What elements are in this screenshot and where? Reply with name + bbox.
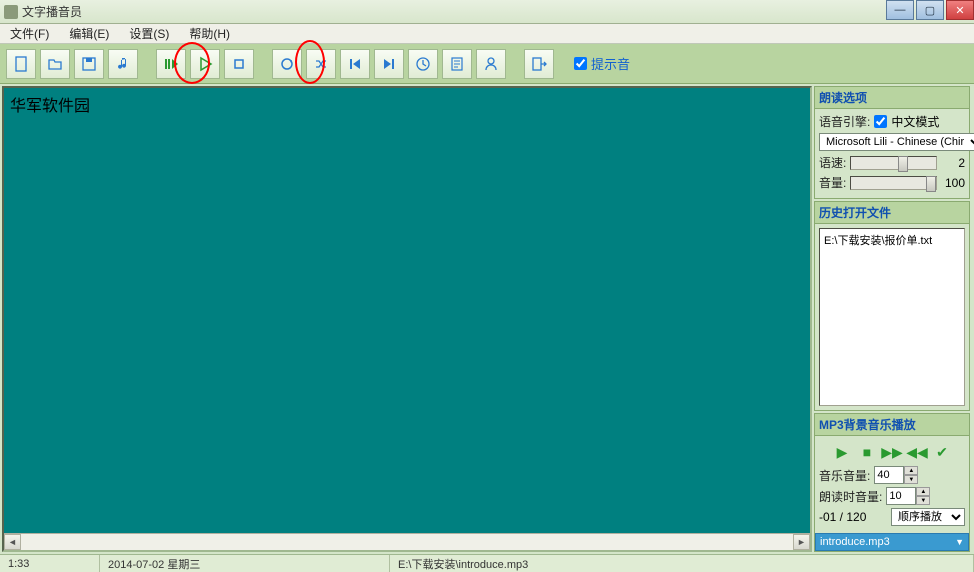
history-list[interactable]: E:\下载安装\报价单.txt <box>819 228 965 406</box>
status-path: E:\下载安装\introduce.mp3 <box>390 555 974 572</box>
mp3-read-vol-spinner[interactable]: ▲▼ <box>886 487 930 505</box>
timer-button[interactable] <box>408 49 438 79</box>
play-pause-icon <box>163 56 179 72</box>
chinese-mode-label: 中文模式 <box>891 113 939 130</box>
mp3-panel: MP3背景音乐播放 ▶ ■ ▶▶ ◀◀ ✔ 音乐音量: ▲▼ <box>814 413 970 552</box>
mp3-title: MP3背景音乐播放 <box>815 414 969 436</box>
folder-open-icon <box>47 56 63 72</box>
mp3-music-vol-input[interactable] <box>874 466 904 484</box>
loop-icon <box>279 56 295 72</box>
chinese-mode-checkbox[interactable] <box>874 115 887 128</box>
menu-help[interactable]: 帮助(H) <box>183 23 236 44</box>
music-note-button[interactable] <box>108 49 138 79</box>
editor-text: 华军软件园 <box>10 98 90 115</box>
history-item[interactable]: E:\下载安装\报价单.txt <box>822 231 962 249</box>
spin-up-icon[interactable]: ▲ <box>904 466 918 475</box>
exit-icon <box>531 56 547 72</box>
mp3-read-vol-input[interactable] <box>886 487 916 505</box>
engine-label: 语音引擎: <box>819 113 870 130</box>
mp3-next-button[interactable]: ▶▶ <box>881 442 903 462</box>
document-button[interactable] <box>442 49 472 79</box>
hint-sound-label: 提示音 <box>591 54 630 73</box>
shuffle-icon <box>313 56 329 72</box>
mp3-music-vol-spinner[interactable]: ▲▼ <box>874 466 918 484</box>
volume-slider[interactable] <box>850 176 937 190</box>
mp3-file-name: introduce.mp3 <box>820 536 890 548</box>
stop-icon <box>231 56 247 72</box>
prev-button[interactable] <box>340 49 370 79</box>
music-note-icon <box>115 56 131 72</box>
save-icon <box>81 56 97 72</box>
clock-icon <box>415 56 431 72</box>
maximize-button[interactable]: ▢ <box>916 0 944 20</box>
toolbar: 提示音 <box>0 44 974 84</box>
spin-down-icon[interactable]: ▼ <box>904 475 918 484</box>
status-date: 2014-07-02 星期三 <box>100 555 390 572</box>
menu-file[interactable]: 文件(F) <box>4 23 55 44</box>
exit-button[interactable] <box>524 49 554 79</box>
mp3-mode-select[interactable]: 顺序播放 <box>891 508 965 526</box>
speed-label: 语速: <box>819 154 846 171</box>
user-button[interactable] <box>476 49 506 79</box>
user-icon <box>483 56 499 72</box>
play-icon <box>197 56 213 72</box>
volume-value: 100 <box>941 176 965 190</box>
close-button[interactable]: ✕ <box>946 0 974 20</box>
shuffle-button[interactable] <box>306 49 336 79</box>
minimize-button[interactable]: — <box>886 0 914 20</box>
mp3-play-button[interactable]: ▶ <box>831 442 853 462</box>
mp3-position: -01 / 120 <box>819 510 887 524</box>
mp3-stop-button[interactable]: ■ <box>856 442 878 462</box>
mp3-prev-button[interactable]: ◀◀ <box>906 442 928 462</box>
menu-edit[interactable]: 编辑(E) <box>63 23 115 44</box>
play-button[interactable] <box>190 49 220 79</box>
scroll-track[interactable] <box>21 534 793 550</box>
skip-prev-icon <box>347 56 363 72</box>
engine-select[interactable]: Microsoft Lili - Chinese (Chir <box>819 133 974 151</box>
loop-button[interactable] <box>272 49 302 79</box>
document-icon <box>449 56 465 72</box>
spin-up-icon[interactable]: ▲ <box>916 487 930 496</box>
new-button[interactable] <box>6 49 36 79</box>
volume-label: 音量: <box>819 174 846 191</box>
read-options-title: 朗读选项 <box>815 87 969 109</box>
editor-container: 华军软件园 ◄ ► <box>2 86 812 552</box>
mp3-check-button[interactable]: ✔ <box>931 442 953 462</box>
text-editor[interactable]: 华军软件园 <box>4 88 810 533</box>
scroll-left-button[interactable]: ◄ <box>4 534 21 550</box>
menubar: 文件(F) 编辑(E) 设置(S) 帮助(H) <box>0 24 974 44</box>
side-panel: 朗读选项 语音引擎: 中文模式 Microsoft Lili - Chinese… <box>814 84 974 554</box>
hint-sound-checkbox[interactable] <box>574 57 587 70</box>
next-button[interactable] <box>374 49 404 79</box>
skip-next-icon <box>381 56 397 72</box>
horizontal-scrollbar[interactable]: ◄ ► <box>4 533 810 550</box>
mp3-read-vol-label: 朗读时音量: <box>819 488 882 505</box>
scroll-right-button[interactable]: ► <box>793 534 810 550</box>
chevron-down-icon: ▼ <box>955 537 964 547</box>
play-pause-button[interactable] <box>156 49 186 79</box>
menu-settings[interactable]: 设置(S) <box>123 23 175 44</box>
statusbar: 1:33 2014-07-02 星期三 E:\下载安装\introduce.mp… <box>0 554 974 572</box>
save-button[interactable] <box>74 49 104 79</box>
read-options-panel: 朗读选项 语音引擎: 中文模式 Microsoft Lili - Chinese… <box>814 86 970 199</box>
file-new-icon <box>13 56 29 72</box>
mp3-file-dropdown[interactable]: introduce.mp3 ▼ <box>815 533 969 551</box>
history-panel: 历史打开文件 E:\下载安装\报价单.txt <box>814 201 970 411</box>
history-title: 历史打开文件 <box>815 202 969 224</box>
app-icon <box>4 5 18 19</box>
titlebar: 文字播音员 — ▢ ✕ <box>0 0 974 24</box>
mp3-music-vol-label: 音乐音量: <box>819 467 870 484</box>
speed-slider[interactable] <box>850 156 937 170</box>
speed-value: 2 <box>941 156 965 170</box>
window-title: 文字播音员 <box>22 3 970 20</box>
stop-button[interactable] <box>224 49 254 79</box>
status-time: 1:33 <box>0 555 100 572</box>
open-button[interactable] <box>40 49 70 79</box>
spin-down-icon[interactable]: ▼ <box>916 496 930 505</box>
